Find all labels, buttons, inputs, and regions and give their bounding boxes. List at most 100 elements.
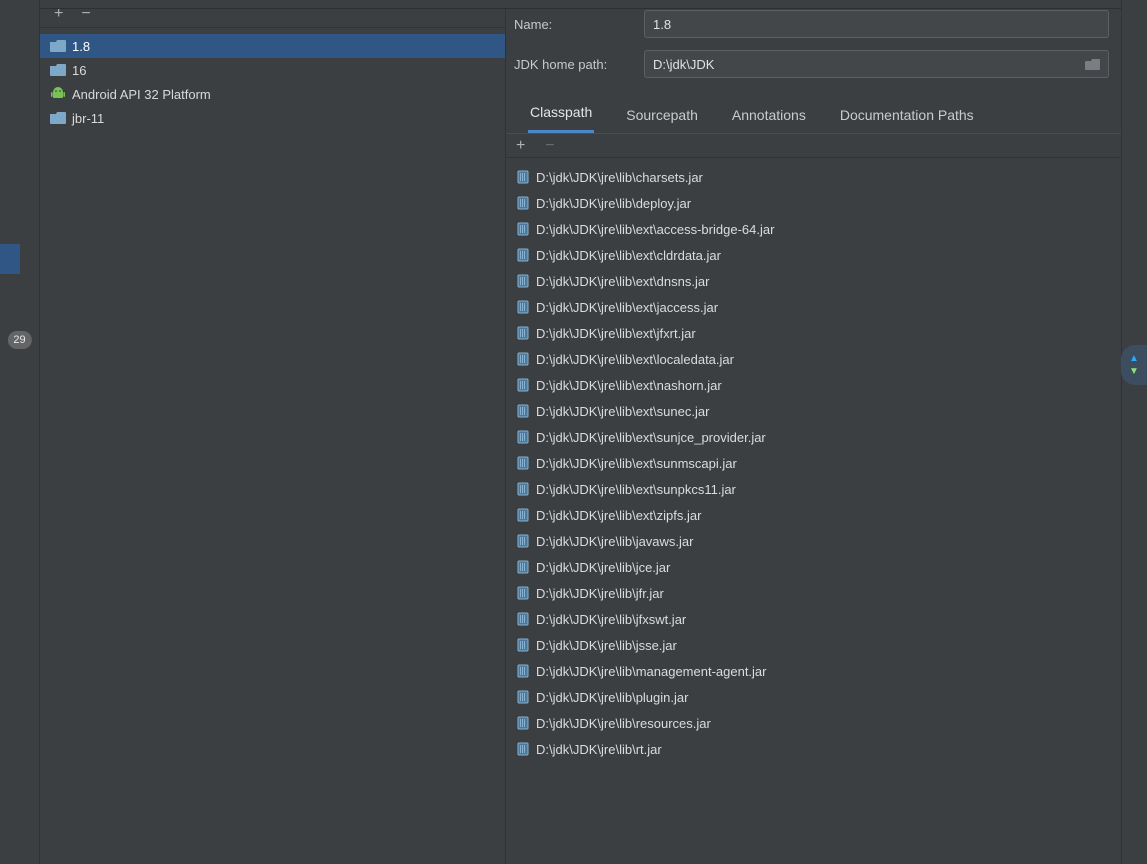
jar-archive-icon	[516, 742, 530, 756]
classpath-item[interactable]: D:\jdk\JDK\jre\lib\ext\sunmscapi.jar	[506, 450, 1121, 476]
jar-archive-icon	[516, 300, 530, 314]
jar-archive-icon	[516, 638, 530, 652]
sdk-tree-item-label: jbr-11	[72, 111, 104, 126]
jar-archive-icon	[516, 248, 530, 262]
jar-archive-icon	[516, 170, 530, 184]
classpath-list[interactable]: D:\jdk\JDK\jre\lib\charsets.jar D:\jdk\JD…	[506, 158, 1121, 762]
classpath-item-path: D:\jdk\JDK\jre\lib\ext\zipfs.jar	[536, 508, 701, 523]
folder-icon	[50, 62, 66, 78]
classpath-item[interactable]: D:\jdk\JDK\jre\lib\ext\nashorn.jar	[506, 372, 1121, 398]
jar-archive-icon	[516, 430, 530, 444]
tab-classpath[interactable]: Classpath	[528, 104, 594, 133]
classpath-toolbar: + −	[506, 134, 1121, 158]
left-gutter: 29	[0, 0, 40, 864]
sdk-tree-pane: + − 1.816Android API 32 Platformjbr-11	[40, 0, 506, 864]
classpath-item[interactable]: D:\jdk\JDK\jre\lib\ext\cldrdata.jar	[506, 242, 1121, 268]
jar-archive-icon	[516, 664, 530, 678]
jdk-home-label: JDK home path:	[514, 57, 636, 72]
jar-archive-icon	[516, 716, 530, 730]
classpath-item-path: D:\jdk\JDK\jre\lib\deploy.jar	[536, 196, 691, 211]
classpath-item-path: D:\jdk\JDK\jre\lib\charsets.jar	[536, 170, 703, 185]
arrow-down-icon: ▼	[1129, 366, 1139, 377]
classpath-item[interactable]: D:\jdk\JDK\jre\lib\ext\zipfs.jar	[506, 502, 1121, 528]
classpath-item[interactable]: D:\jdk\JDK\jre\lib\jfr.jar	[506, 580, 1121, 606]
android-icon	[50, 86, 66, 102]
classpath-item[interactable]: D:\jdk\JDK\jre\lib\ext\sunec.jar	[506, 398, 1121, 424]
add-classpath-button[interactable]: +	[516, 137, 525, 155]
right-gutter: ▲ ▼	[1121, 0, 1147, 864]
classpath-item-path: D:\jdk\JDK\jre\lib\ext\cldrdata.jar	[536, 248, 721, 263]
gutter-count-badge: 29	[7, 331, 31, 349]
classpath-item[interactable]: D:\jdk\JDK\jre\lib\deploy.jar	[506, 190, 1121, 216]
classpath-item-path: D:\jdk\JDK\jre\lib\ext\jfxrt.jar	[536, 326, 696, 341]
classpath-item-path: D:\jdk\JDK\jre\lib\ext\sunpkcs11.jar	[536, 482, 736, 497]
jdk-home-input[interactable]	[644, 50, 1109, 78]
classpath-item-path: D:\jdk\JDK\jre\lib\ext\sunjce_provider.j…	[536, 430, 766, 445]
classpath-item-path: D:\jdk\JDK\jre\lib\ext\jaccess.jar	[536, 300, 718, 315]
jar-archive-icon	[516, 534, 530, 548]
classpath-item[interactable]: D:\jdk\JDK\jre\lib\resources.jar	[506, 710, 1121, 736]
jar-archive-icon	[516, 196, 530, 210]
classpath-item[interactable]: D:\jdk\JDK\jre\lib\ext\access-bridge-64.…	[506, 216, 1121, 242]
classpath-item[interactable]: D:\jdk\JDK\jre\lib\management-agent.jar	[506, 658, 1121, 684]
folder-icon	[50, 38, 66, 54]
classpath-item-path: D:\jdk\JDK\jre\lib\rt.jar	[536, 742, 662, 757]
sdk-detail-pane: Name: JDK home path: Classpath Sourcepath…	[506, 0, 1121, 864]
classpath-item[interactable]: D:\jdk\JDK\jre\lib\ext\jaccess.jar	[506, 294, 1121, 320]
classpath-item-path: D:\jdk\JDK\jre\lib\jfr.jar	[536, 586, 664, 601]
jar-archive-icon	[516, 352, 530, 366]
jar-archive-icon	[516, 560, 530, 574]
jar-archive-icon	[516, 222, 530, 236]
classpath-item-path: D:\jdk\JDK\jre\lib\ext\dnsns.jar	[536, 274, 709, 289]
classpath-item-path: D:\jdk\JDK\jre\lib\ext\localedata.jar	[536, 352, 734, 367]
classpath-item-path: D:\jdk\JDK\jre\lib\javaws.jar	[536, 534, 694, 549]
classpath-item-path: D:\jdk\JDK\jre\lib\ext\sunec.jar	[536, 404, 709, 419]
classpath-item-path: D:\jdk\JDK\jre\lib\ext\sunmscapi.jar	[536, 456, 737, 471]
classpath-item[interactable]: D:\jdk\JDK\jre\lib\rt.jar	[506, 736, 1121, 762]
classpath-item[interactable]: D:\jdk\JDK\jre\lib\plugin.jar	[506, 684, 1121, 710]
nav-arrows-widget[interactable]: ▲ ▼	[1121, 345, 1147, 385]
name-input[interactable]	[644, 10, 1109, 38]
classpath-item-path: D:\jdk\JDK\jre\lib\resources.jar	[536, 716, 711, 731]
classpath-item[interactable]: D:\jdk\JDK\jre\lib\ext\sunjce_provider.j…	[506, 424, 1121, 450]
classpath-item[interactable]: D:\jdk\JDK\jre\lib\javaws.jar	[506, 528, 1121, 554]
window-top-border	[0, 0, 1147, 9]
name-label: Name:	[514, 17, 636, 32]
gutter-selection-marker	[0, 244, 20, 274]
jar-archive-icon	[516, 482, 530, 496]
classpath-item-path: D:\jdk\JDK\jre\lib\ext\access-bridge-64.…	[536, 222, 774, 237]
classpath-item[interactable]: D:\jdk\JDK\jre\lib\ext\jfxrt.jar	[506, 320, 1121, 346]
classpath-item[interactable]: D:\jdk\JDK\jre\lib\jfxswt.jar	[506, 606, 1121, 632]
classpath-item-path: D:\jdk\JDK\jre\lib\jfxswt.jar	[536, 612, 686, 627]
jar-archive-icon	[516, 612, 530, 626]
sdk-tree-item[interactable]: jbr-11	[40, 106, 505, 130]
classpath-item[interactable]: D:\jdk\JDK\jre\lib\ext\localedata.jar	[506, 346, 1121, 372]
classpath-item[interactable]: D:\jdk\JDK\jre\lib\jce.jar	[506, 554, 1121, 580]
jdk-home-row: JDK home path:	[506, 44, 1121, 84]
tab-annotations[interactable]: Annotations	[730, 107, 808, 133]
jar-archive-icon	[516, 456, 530, 470]
jar-archive-icon	[516, 690, 530, 704]
jar-archive-icon	[516, 326, 530, 340]
remove-classpath-button[interactable]: −	[545, 137, 554, 155]
jar-archive-icon	[516, 586, 530, 600]
classpath-item[interactable]: D:\jdk\JDK\jre\lib\ext\sunpkcs11.jar	[506, 476, 1121, 502]
tab-documentation-paths[interactable]: Documentation Paths	[838, 107, 976, 133]
sdk-tree-item[interactable]: 1.8	[40, 34, 505, 58]
jar-archive-icon	[516, 378, 530, 392]
classpath-item[interactable]: D:\jdk\JDK\jre\lib\charsets.jar	[506, 164, 1121, 190]
sdk-tree-item-label: Android API 32 Platform	[72, 87, 211, 102]
sdk-tree-item-label: 1.8	[72, 39, 90, 54]
tab-sourcepath[interactable]: Sourcepath	[624, 107, 700, 133]
sdk-tree-item[interactable]: Android API 32 Platform	[40, 82, 505, 106]
sdk-tree-item[interactable]: 16	[40, 58, 505, 82]
sdk-tree[interactable]: 1.8 16 Android API 32 Platform jbr-11	[40, 28, 505, 130]
name-row: Name:	[506, 4, 1121, 44]
classpath-item[interactable]: D:\jdk\JDK\jre\lib\ext\dnsns.jar	[506, 268, 1121, 294]
classpath-item[interactable]: D:\jdk\JDK\jre\lib\jsse.jar	[506, 632, 1121, 658]
classpath-item-path: D:\jdk\JDK\jre\lib\jce.jar	[536, 560, 670, 575]
arrow-up-icon: ▲	[1129, 353, 1139, 364]
sdk-tree-item-label: 16	[72, 63, 86, 78]
detail-tabs: Classpath Sourcepath Annotations Documentat…	[506, 94, 1121, 134]
classpath-item-path: D:\jdk\JDK\jre\lib\jsse.jar	[536, 638, 677, 653]
